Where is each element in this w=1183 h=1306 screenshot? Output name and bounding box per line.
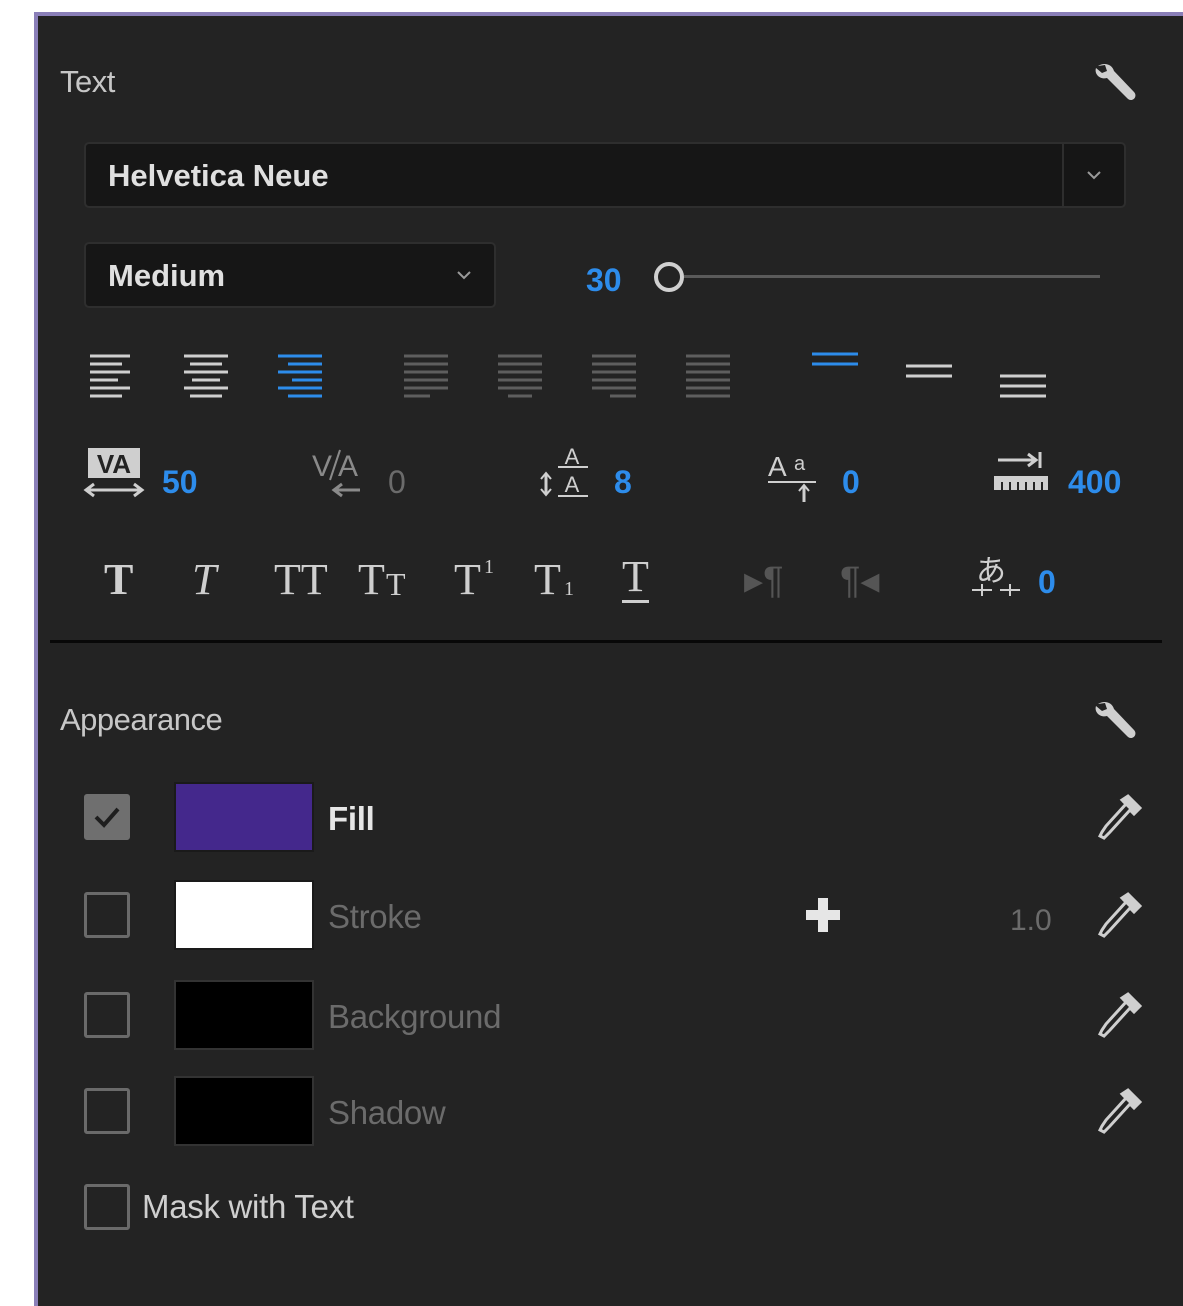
eyedropper-icon[interactable] xyxy=(1098,990,1144,1044)
rtl-direction-icon[interactable]: ¶◂ xyxy=(840,558,879,603)
shadow-label: Shadow xyxy=(328,1094,446,1131)
font-family-value: Helvetica Neue xyxy=(108,158,329,193)
superscript-base: T xyxy=(454,555,481,604)
align-center-icon[interactable] xyxy=(182,350,230,398)
underline-icon[interactable]: T xyxy=(622,554,649,603)
essential-graphics-panel: Text Helvetica Neue Medium 30 VA 50 V A … xyxy=(34,12,1183,1306)
chevron-down-icon xyxy=(457,271,471,280)
baseline-shift-value[interactable]: 0 xyxy=(842,464,860,501)
stroke-width-value[interactable]: 1.0 xyxy=(1010,904,1052,938)
small-caps-small-t: T xyxy=(386,566,406,602)
shadow-color-swatch[interactable] xyxy=(174,1076,314,1146)
faux-italic-icon[interactable]: T xyxy=(192,554,216,605)
background-color-swatch[interactable] xyxy=(174,980,314,1050)
chevron-down-icon xyxy=(1087,171,1101,180)
plus-icon[interactable] xyxy=(804,896,842,934)
svg-text:a: a xyxy=(794,453,806,475)
wrench-icon[interactable] xyxy=(1090,698,1140,748)
font-style-dropdown[interactable]: Medium xyxy=(84,242,496,308)
svg-text:A: A xyxy=(338,450,358,483)
tracking-icon[interactable]: VA xyxy=(82,446,146,506)
checkmark-icon xyxy=(94,807,120,828)
font-style-value: Medium xyxy=(108,258,226,293)
subscript-icon[interactable]: T 1 xyxy=(534,554,590,604)
align-left-icon[interactable] xyxy=(88,350,132,398)
justify-last-right-icon[interactable] xyxy=(590,350,638,398)
slider-thumb[interactable] xyxy=(654,262,684,292)
faux-bold-icon[interactable]: T xyxy=(104,554,133,605)
svg-text:A: A xyxy=(565,472,580,497)
kerning-value[interactable]: 0 xyxy=(388,464,406,501)
text-section-title: Text xyxy=(60,64,115,99)
superscript-mark: 1 xyxy=(484,556,494,578)
eyedropper-icon[interactable] xyxy=(1098,890,1144,944)
subscript-mark: 1 xyxy=(564,578,574,600)
tracking-value[interactable]: 50 xyxy=(162,464,198,501)
mask-with-text-checkbox[interactable] xyxy=(84,1184,130,1230)
tsume-value[interactable]: 0 xyxy=(1038,564,1056,601)
appearance-section-title: Appearance xyxy=(60,702,223,737)
tsume-icon[interactable]: あ xyxy=(970,546,1022,600)
font-size-value[interactable]: 30 xyxy=(586,262,622,299)
all-caps-icon[interactable]: TT xyxy=(274,554,328,605)
kerning-icon[interactable]: V A xyxy=(310,446,372,506)
dropdown-divider xyxy=(1062,144,1064,206)
align-bottom-icon[interactable] xyxy=(998,372,1048,402)
justify-all-icon[interactable] xyxy=(684,350,732,398)
subscript-base: T xyxy=(534,555,561,604)
fill-color-swatch[interactable] xyxy=(174,782,314,852)
stroke-label: Stroke xyxy=(328,898,422,935)
tsume-arrows xyxy=(972,584,1020,596)
section-divider xyxy=(50,640,1162,643)
eyedropper-icon[interactable] xyxy=(1098,792,1144,846)
superscript-icon[interactable]: T 1 xyxy=(454,554,510,604)
svg-text:VA: VA xyxy=(97,449,131,479)
leading-icon[interactable]: A A xyxy=(538,440,598,504)
leading-value[interactable]: 8 xyxy=(614,464,632,501)
ltr-direction-icon[interactable]: ▸¶ xyxy=(744,558,783,603)
align-right-icon[interactable] xyxy=(274,350,324,398)
tab-width-value[interactable]: 400 xyxy=(1068,464,1121,501)
mask-with-text-label: Mask with Text xyxy=(142,1188,354,1225)
fill-label: Fill xyxy=(328,800,375,837)
shadow-checkbox[interactable] xyxy=(84,1088,130,1134)
align-middle-icon[interactable] xyxy=(904,362,954,392)
font-size-slider[interactable] xyxy=(654,260,1102,294)
eyedropper-icon[interactable] xyxy=(1098,1086,1144,1140)
small-caps-icon[interactable]: T T xyxy=(358,554,418,604)
svg-text:A: A xyxy=(565,444,580,469)
justify-last-left-icon[interactable] xyxy=(402,350,450,398)
align-top-icon[interactable] xyxy=(810,350,860,380)
font-family-dropdown[interactable]: Helvetica Neue xyxy=(84,142,1126,208)
svg-text:A: A xyxy=(768,451,787,482)
background-checkbox[interactable] xyxy=(84,992,130,1038)
justify-last-center-icon[interactable] xyxy=(496,350,544,398)
slider-track xyxy=(684,275,1100,278)
tab-width-icon[interactable] xyxy=(992,450,1052,500)
background-label: Background xyxy=(328,998,502,1035)
wrench-icon[interactable] xyxy=(1090,60,1140,110)
stroke-color-swatch[interactable] xyxy=(174,880,314,950)
baseline-shift-icon[interactable]: A a xyxy=(766,446,824,506)
small-caps-large-t: T xyxy=(358,555,385,604)
svg-text:V: V xyxy=(312,450,332,483)
fill-checkbox[interactable] xyxy=(84,794,130,840)
stroke-checkbox[interactable] xyxy=(84,892,130,938)
